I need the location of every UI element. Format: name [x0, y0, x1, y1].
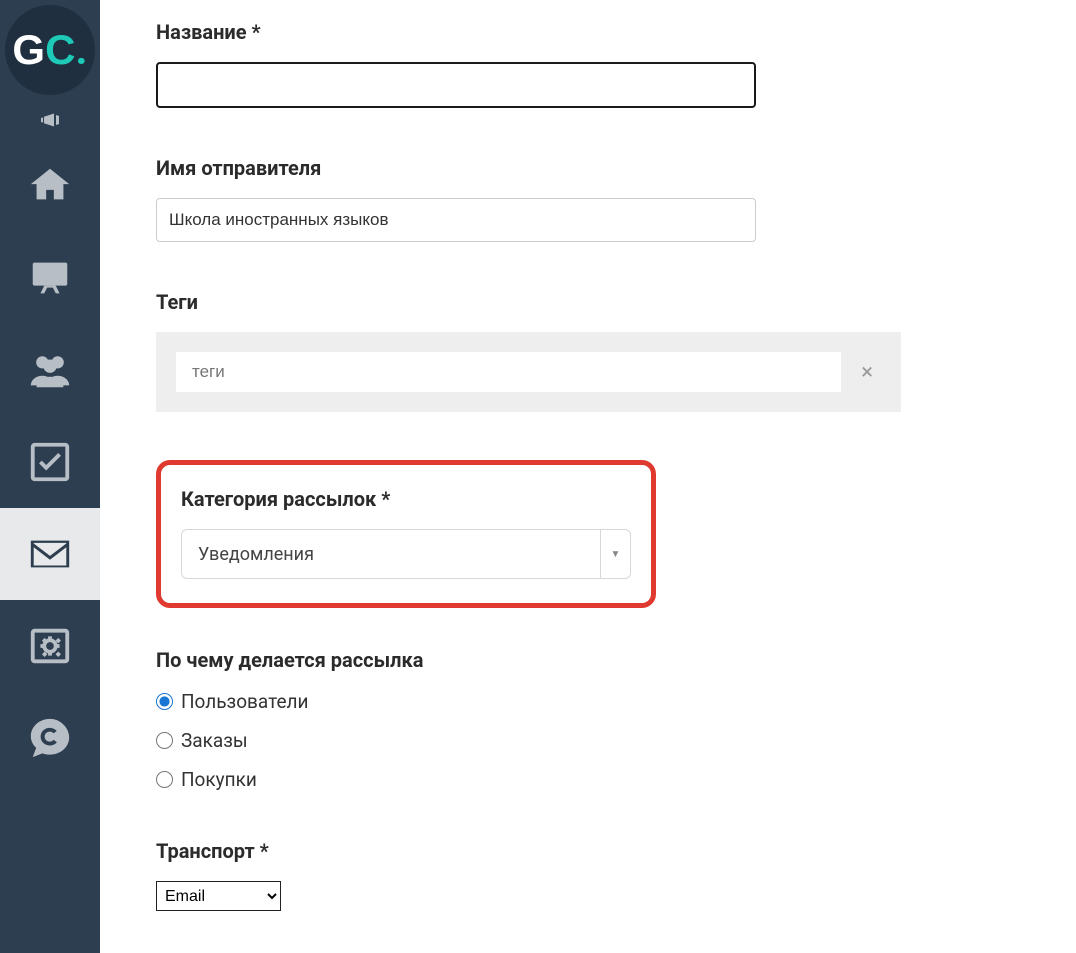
- category-label: Категория рассылок *: [181, 487, 631, 511]
- category-highlight-frame: Категория рассылок * Уведомления ▼: [156, 460, 656, 608]
- logo[interactable]: GC.: [0, 0, 100, 100]
- transport-label: Транспорт *: [156, 839, 1076, 863]
- sidebar-item-safe[interactable]: [0, 600, 100, 692]
- basis-label: По чему делается рассылка: [156, 648, 1076, 672]
- field-title: Название *: [156, 20, 1076, 108]
- basis-option-purchases[interactable]: Покупки: [156, 768, 1076, 791]
- safe-icon: [27, 623, 73, 669]
- chat-c-icon: [27, 715, 73, 761]
- checkbox-icon: [27, 439, 73, 485]
- basis-option-orders[interactable]: Заказы: [156, 729, 1076, 752]
- logo-circle: GC.: [5, 5, 95, 95]
- field-transport: Транспорт * Email: [156, 839, 1076, 911]
- chevron-down-icon: ▼: [600, 530, 630, 578]
- tags-clear-icon[interactable]: ×: [853, 360, 881, 385]
- sidebar-item-presentation[interactable]: [0, 232, 100, 324]
- basis-radio-orders[interactable]: [156, 732, 173, 749]
- tags-container: ×: [156, 332, 901, 412]
- title-input[interactable]: [156, 62, 756, 108]
- sidebar: GC.: [0, 0, 100, 953]
- field-tags: Теги ×: [156, 290, 1076, 412]
- sender-label: Имя отправителя: [156, 156, 1076, 180]
- basis-option-label: Заказы: [181, 729, 248, 752]
- transport-select[interactable]: Email: [156, 881, 281, 911]
- sidebar-item-users[interactable]: [0, 324, 100, 416]
- home-icon: [27, 163, 73, 209]
- users-icon: [27, 347, 73, 393]
- presentation-icon: [27, 255, 73, 301]
- sidebar-item-announce[interactable]: [0, 100, 100, 140]
- logo-letter-c: C: [45, 26, 75, 74]
- basis-option-users[interactable]: Пользователи: [156, 690, 1076, 713]
- sidebar-item-tasks[interactable]: [0, 416, 100, 508]
- field-basis: По чему делается рассылка Пользователи З…: [156, 648, 1076, 791]
- tags-label: Теги: [156, 290, 1076, 314]
- mail-icon: [27, 531, 73, 577]
- megaphone-icon: [38, 108, 62, 132]
- basis-option-label: Покупки: [181, 768, 257, 791]
- sender-input[interactable]: [156, 198, 756, 242]
- sidebar-item-home[interactable]: [0, 140, 100, 232]
- tags-input[interactable]: [176, 352, 841, 392]
- sidebar-item-mail[interactable]: [0, 508, 100, 600]
- category-select[interactable]: Уведомления ▼: [181, 529, 631, 579]
- category-select-value: Уведомления: [182, 530, 600, 578]
- sidebar-item-chat[interactable]: [0, 692, 100, 784]
- title-label: Название *: [156, 20, 1076, 44]
- field-category: Категория рассылок * Уведомления ▼: [156, 460, 1076, 608]
- basis-radio-purchases[interactable]: [156, 771, 173, 788]
- logo-letter-g: G: [12, 26, 45, 74]
- basis-radio-users[interactable]: [156, 693, 173, 710]
- field-sender: Имя отправителя: [156, 156, 1076, 242]
- logo-dot: .: [75, 26, 87, 75]
- basis-option-label: Пользователи: [181, 690, 309, 713]
- main-content: Название * Имя отправителя Теги × Катего…: [100, 0, 1076, 953]
